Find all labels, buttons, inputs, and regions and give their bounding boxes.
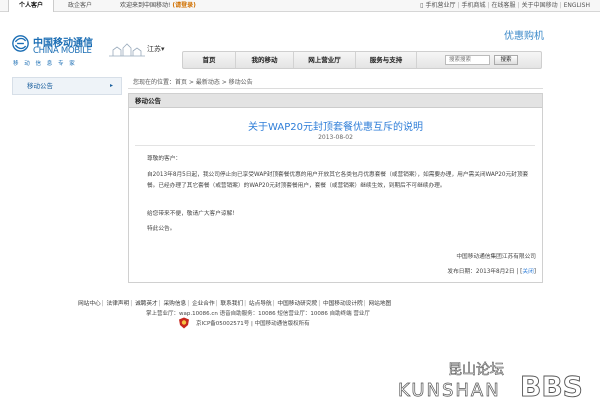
province-landmark-icon: [109, 43, 145, 57]
announcement-panel: 移动公告 关于WAP20元封顶套餐优惠互斥的说明 2013-08-02 尊敬的客…: [128, 93, 543, 283]
article-organization: 中国移动通信集团江苏有限公司: [456, 254, 536, 260]
separator: |: [457, 2, 460, 9]
sidebar-item-label: 移动公告: [27, 82, 53, 90]
article-apology: 给您带来不便，敬请广大客户谅解！: [147, 211, 238, 217]
footer-link[interactable]: 站点导航: [249, 301, 272, 307]
footer-links: 网站中心| 法律声明| 诚聘英才| 采购信息| 企业合作| 联系我们| 站点导航…: [78, 298, 391, 307]
link-online-service[interactable]: 在线客服: [492, 2, 516, 9]
welcome-text: 欢迎来到中国移动! (请登录): [120, 0, 196, 12]
footer-link[interactable]: 诚聘英才: [135, 301, 158, 307]
tab-personal[interactable]: 个人客户: [8, 0, 54, 12]
link-english[interactable]: ENGLISH: [564, 2, 590, 9]
promo-banner[interactable]: 优惠购机: [504, 27, 544, 42]
watermark-en: KUNSHAN: [398, 380, 501, 401]
nav-online-hall[interactable]: 网上营业厅: [293, 52, 355, 68]
welcome-message: 欢迎来到中国移动!: [120, 2, 171, 9]
watermark-cn: 昆山论坛: [448, 362, 504, 378]
search-input[interactable]: [445, 55, 490, 65]
footer-service-info: 掌上营业厅：wap.10086.cn 语音自助服务：10086 短信营业厅：10…: [146, 311, 370, 317]
footer-link[interactable]: 网站地图: [368, 301, 391, 307]
separator: |: [101, 301, 104, 307]
china-mobile-logo[interactable]: 中国移动通信 CHINA MOBILE 移 动 信 息 专 家: [12, 33, 102, 67]
breadcrumb[interactable]: 您现在的位置：首页 > 最新动态 > 移动公告: [133, 77, 253, 86]
separator: |: [559, 2, 562, 9]
footer-link[interactable]: 采购信息: [163, 301, 186, 307]
separator: |: [363, 301, 366, 307]
article-greeting: 尊敬的客户：: [147, 156, 182, 162]
top-links: ▯ 手机营业厅 | 手机商城 | 在线客服 | 关于中国移动 | ENGLISH: [418, 0, 590, 12]
province-selector[interactable]: 江苏▾: [147, 44, 165, 54]
separator: |: [244, 301, 247, 307]
police-badge-icon: [179, 317, 189, 329]
link-about[interactable]: 关于中国移动: [522, 2, 558, 9]
footer-link[interactable]: 中国移动设计院: [323, 301, 363, 307]
separator: |: [487, 2, 490, 9]
footer-link[interactable]: 联系我们: [220, 301, 243, 307]
login-link[interactable]: (请登录): [172, 2, 196, 9]
kunshan-bbs-watermark: 昆山论坛 KUNSHAN BBS: [398, 362, 584, 404]
divider: [135, 145, 535, 146]
article-title: 关于WAP20元封顶套餐优惠互斥的说明: [248, 122, 423, 133]
tab-enterprise[interactable]: 政企客户: [58, 0, 102, 12]
separator: |: [130, 301, 133, 307]
nav-my-mobile[interactable]: 我的移动: [235, 52, 293, 68]
footer-link[interactable]: 中国移动研究院: [277, 301, 317, 307]
nav-home[interactable]: 首页: [183, 52, 235, 68]
panel-title: 移动公告: [135, 97, 161, 105]
footer-link[interactable]: 企业合作: [192, 301, 215, 307]
promo-text-a: 优惠: [504, 31, 524, 42]
china-mobile-logo-icon: [12, 35, 29, 52]
panel-header: 移动公告: [129, 94, 542, 108]
logo-en-text: CHINA MOBILE: [33, 46, 92, 56]
separator: |: [318, 301, 321, 307]
footer-link[interactable]: 法律声明: [106, 301, 129, 307]
separator: |: [272, 301, 275, 307]
footer-icp: 京ICP备05002571号 | 中国移动通信版权所有: [196, 321, 310, 327]
watermark-bbs: BBS: [520, 370, 583, 403]
link-mobile-hall[interactable]: 手机营业厅: [425, 2, 455, 9]
separator: |: [158, 301, 161, 307]
link-mobile-mall[interactable]: 手机商城: [461, 2, 485, 9]
separator: |: [215, 301, 218, 307]
article-date: 2013-08-02: [318, 134, 353, 141]
close-link[interactable]: 关闭: [522, 269, 533, 275]
top-bar: 个人客户 政企客户 欢迎来到中国移动! (请登录) ▯ 手机营业厅 | 手机商城 | 在线客…: [0, 0, 600, 12]
sidebar-item-announcements[interactable]: 移动公告 ▸: [12, 77, 122, 95]
divider: [128, 88, 543, 89]
nav-service-support[interactable]: 服务与支持: [355, 52, 417, 68]
logo-slogan: 移 动 信 息 专 家: [13, 61, 77, 67]
publish-date-text: 发布日期：2013年8月2日: [447, 269, 515, 275]
article-body: 自2013年8月5日起，我公司停止向已享受WAP封顶套餐优惠的用户开放其它各类包…: [147, 172, 529, 189]
promo-text-b: 购机: [524, 31, 544, 42]
footer-link[interactable]: 网站中心: [78, 301, 101, 307]
phone-icon: ▯: [420, 2, 424, 9]
article-closing: 特此公告。: [147, 226, 176, 232]
separator: |: [187, 301, 190, 307]
chevron-right-icon: ▸: [109, 82, 113, 89]
separator: |: [517, 2, 520, 9]
search-button[interactable]: 搜索: [494, 55, 518, 65]
main-nav: 首页 我的移动 网上营业厅 服务与支持 搜索: [182, 51, 542, 69]
article-publish-date: 发布日期：2013年8月2日 | [关闭]: [447, 269, 536, 275]
